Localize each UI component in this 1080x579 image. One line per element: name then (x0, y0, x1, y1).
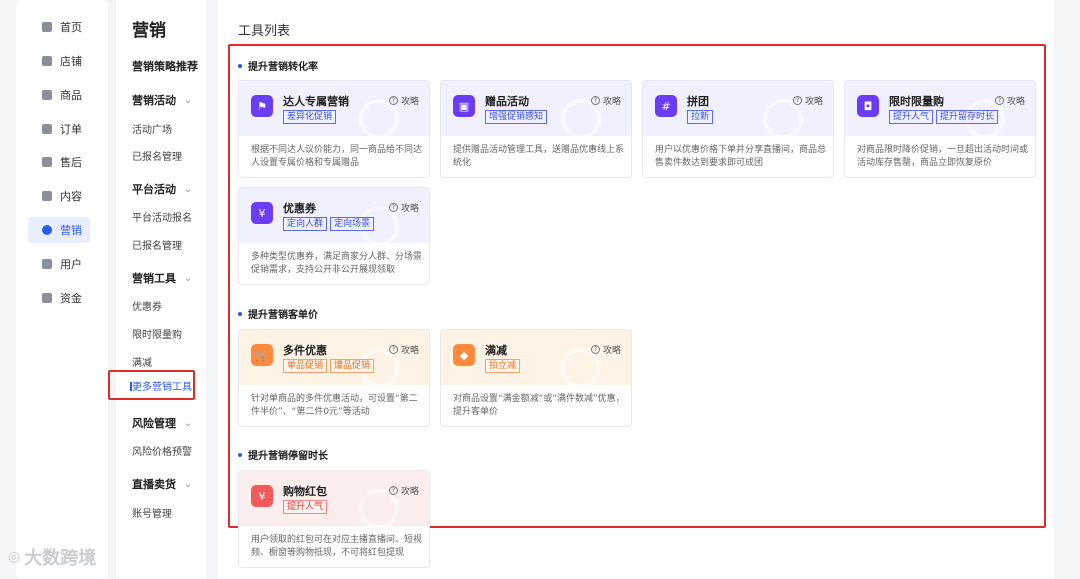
tag: 拍立减 (485, 359, 521, 373)
logo-icon: ◎ (8, 549, 21, 565)
watermark-logo: ◎ 大数跨境 (8, 548, 97, 569)
tag: 定向人群 (283, 217, 328, 231)
product-icon (42, 90, 52, 100)
menu-item-coupon[interactable]: 优惠券 (132, 298, 162, 313)
tag: 提升人气 (889, 110, 934, 124)
flag-icon: ⚑ (251, 95, 273, 117)
home-icon (42, 22, 52, 32)
menu-title: 营销 (132, 21, 166, 41)
tool-card-full-reduction[interactable]: ◆ 满减 ? 攻略 拍立减 对商品设置“满金额减”或“满件数减”优惠，提升客单价 (440, 329, 632, 427)
menu-group-tools[interactable]: 营销工具 ⌄ (132, 270, 192, 286)
nav-item-content[interactable]: 内容 (28, 183, 90, 209)
wallet-icon (42, 293, 52, 303)
nav-item-store[interactable]: 店铺 (28, 48, 90, 74)
menu-group-live[interactable]: 直播卖货 ⌄ (132, 476, 192, 492)
tag: 单品促销 (283, 359, 328, 373)
coupon-icon: ¥ (251, 202, 273, 224)
menu-item-registered[interactable]: 已报名管理 (132, 148, 182, 163)
help-icon: ? (590, 96, 600, 105)
nav-item-user[interactable]: 用户 (28, 251, 90, 277)
chevron-down-icon: ⌄ (184, 272, 193, 284)
aftersale-icon (42, 157, 52, 167)
nav-item-order[interactable]: 订单 (28, 116, 90, 142)
guide-link[interactable]: ? 攻略 (792, 94, 823, 107)
bag-icon: ◘ (857, 95, 879, 117)
tag: 拉新 (687, 110, 714, 124)
guide-link[interactable]: ? 攻略 (590, 94, 621, 107)
page-title: 工具列表 (238, 24, 291, 39)
tool-card-influencer[interactable]: ⚑ 达人专属营销 ? 攻略 差异化促销 根据不同达人议价能力，同一商品给不同达人设… (238, 80, 430, 178)
main-panel: 工具列表 提升营销转化率 ⚑ 达人专属营销 ? 攻略 差异化促销 根据不同达人议价… (218, 0, 1054, 579)
tag: 定向场景 (330, 217, 375, 231)
tool-card-coupon[interactable]: ¥ 优惠券 ? 攻略 定向人群 定向场景 多种类型优惠券，满足商家分人群、分场景促销… (238, 187, 430, 285)
menu-group-risk[interactable]: 风险管理 ⌄ (132, 415, 192, 431)
marketing-menu: 营销 营销策略推荐 营销活动 ⌄ 活动广场 已报名管理 平台活动 ⌄ 平台活动报名 … (116, 0, 206, 579)
price-tag-icon: ◆ (453, 344, 475, 366)
chevron-down-icon: ⌄ (184, 183, 193, 195)
menu-item-platform-registered[interactable]: 已报名管理 (132, 237, 182, 252)
nav-item-aftersale[interactable]: 售后 (28, 149, 90, 175)
tool-card-gift[interactable]: ▣ 赠品活动 ? 攻略 增强促销感知 提供赠品活动管理工具，送赠品优惠线上系统化 (440, 80, 632, 178)
nav-item-home[interactable]: 首页 (28, 14, 90, 40)
store-icon (42, 56, 52, 66)
help-icon: ? (792, 96, 802, 105)
help-icon: ? (388, 96, 398, 105)
chevron-down-icon: ⌄ (184, 94, 193, 106)
nav-item-marketing[interactable]: 营销 (28, 217, 90, 243)
tool-card-flash-sale[interactable]: ◘ 限时限量购 ? 攻略 提升人气 提升留存时长 对商品限时降价促销，一旦超出活动时… (844, 80, 1036, 178)
guide-link[interactable]: ? 攻略 (388, 201, 419, 214)
section-title: 提升营销客单价 (238, 306, 318, 321)
menu-strategy[interactable]: 营销策略推荐 (132, 58, 198, 74)
red-packet-icon: ¥ (251, 485, 273, 507)
guide-link[interactable]: ? 攻略 (590, 343, 621, 356)
tool-card-multi-item[interactable]: 🛒 多件优惠 ? 攻略 单品促销 爆品促销 针对单商品的多件优惠活动，可设置“第二件… (238, 329, 430, 427)
menu-group-platform[interactable]: 平台活动 ⌄ (132, 181, 192, 197)
chevron-down-icon: ⌄ (184, 478, 193, 490)
menu-item-price-warning[interactable]: 风险价格预警 (132, 443, 192, 458)
tag: 提升人气 (283, 500, 328, 514)
marketing-icon (42, 225, 52, 235)
cart-icon: 🛒 (251, 344, 273, 366)
menu-item-more-tools[interactable]: 更多营销工具 (108, 370, 195, 400)
help-icon: ? (388, 345, 398, 354)
guide-link[interactable]: ? 攻略 (388, 343, 419, 356)
section-title: 提升营销转化率 (238, 58, 318, 73)
help-icon: ? (388, 203, 398, 212)
guide-link[interactable]: ? 攻略 (994, 94, 1025, 107)
menu-item-full-reduction[interactable]: 满减 (132, 354, 152, 369)
guide-link[interactable]: ? 攻略 (388, 484, 419, 497)
menu-item-activity-square[interactable]: 活动广场 (132, 121, 172, 136)
help-icon: ? (994, 96, 1004, 105)
tool-card-group-buy[interactable]: # 拼团 ? 攻略 拉新 用户以优惠价格下单并分享直播间，商品总售卖件数达到要求即… (642, 80, 834, 178)
guide-link[interactable]: ? 攻略 (388, 94, 419, 107)
menu-item-account[interactable]: 账号管理 (132, 505, 172, 520)
help-icon: ? (388, 486, 398, 495)
user-icon (42, 259, 52, 269)
tag: 增强促销感知 (485, 110, 548, 124)
nav-item-wallet[interactable]: 资金 (28, 285, 90, 311)
chevron-down-icon: ⌄ (184, 417, 193, 429)
order-icon (42, 124, 52, 134)
group-buy-icon: # (655, 95, 677, 117)
tag: 差异化促销 (283, 110, 337, 124)
gift-icon: ▣ (453, 95, 475, 117)
menu-item-platform-signup[interactable]: 平台活动报名 (132, 209, 192, 224)
section-title: 提升营销停留时长 (238, 447, 328, 462)
primary-nav: 首页 店铺 商品 订单 售后 内容 营销 用户 资金 (16, 0, 108, 579)
tool-card-red-packet[interactable]: ¥ 购物红包 ? 攻略 提升人气 用户领取的红包可在对应主播直播间、短视频、橱窗等… (238, 470, 430, 568)
menu-group-activities[interactable]: 营销活动 ⌄ (132, 92, 192, 108)
tag: 提升留存时长 (936, 110, 999, 124)
tag: 爆品促销 (330, 359, 375, 373)
menu-item-flash-sale[interactable]: 限时限量购 (132, 326, 182, 341)
help-icon: ? (590, 345, 600, 354)
nav-item-product[interactable]: 商品 (28, 82, 90, 108)
content-icon (42, 191, 52, 201)
